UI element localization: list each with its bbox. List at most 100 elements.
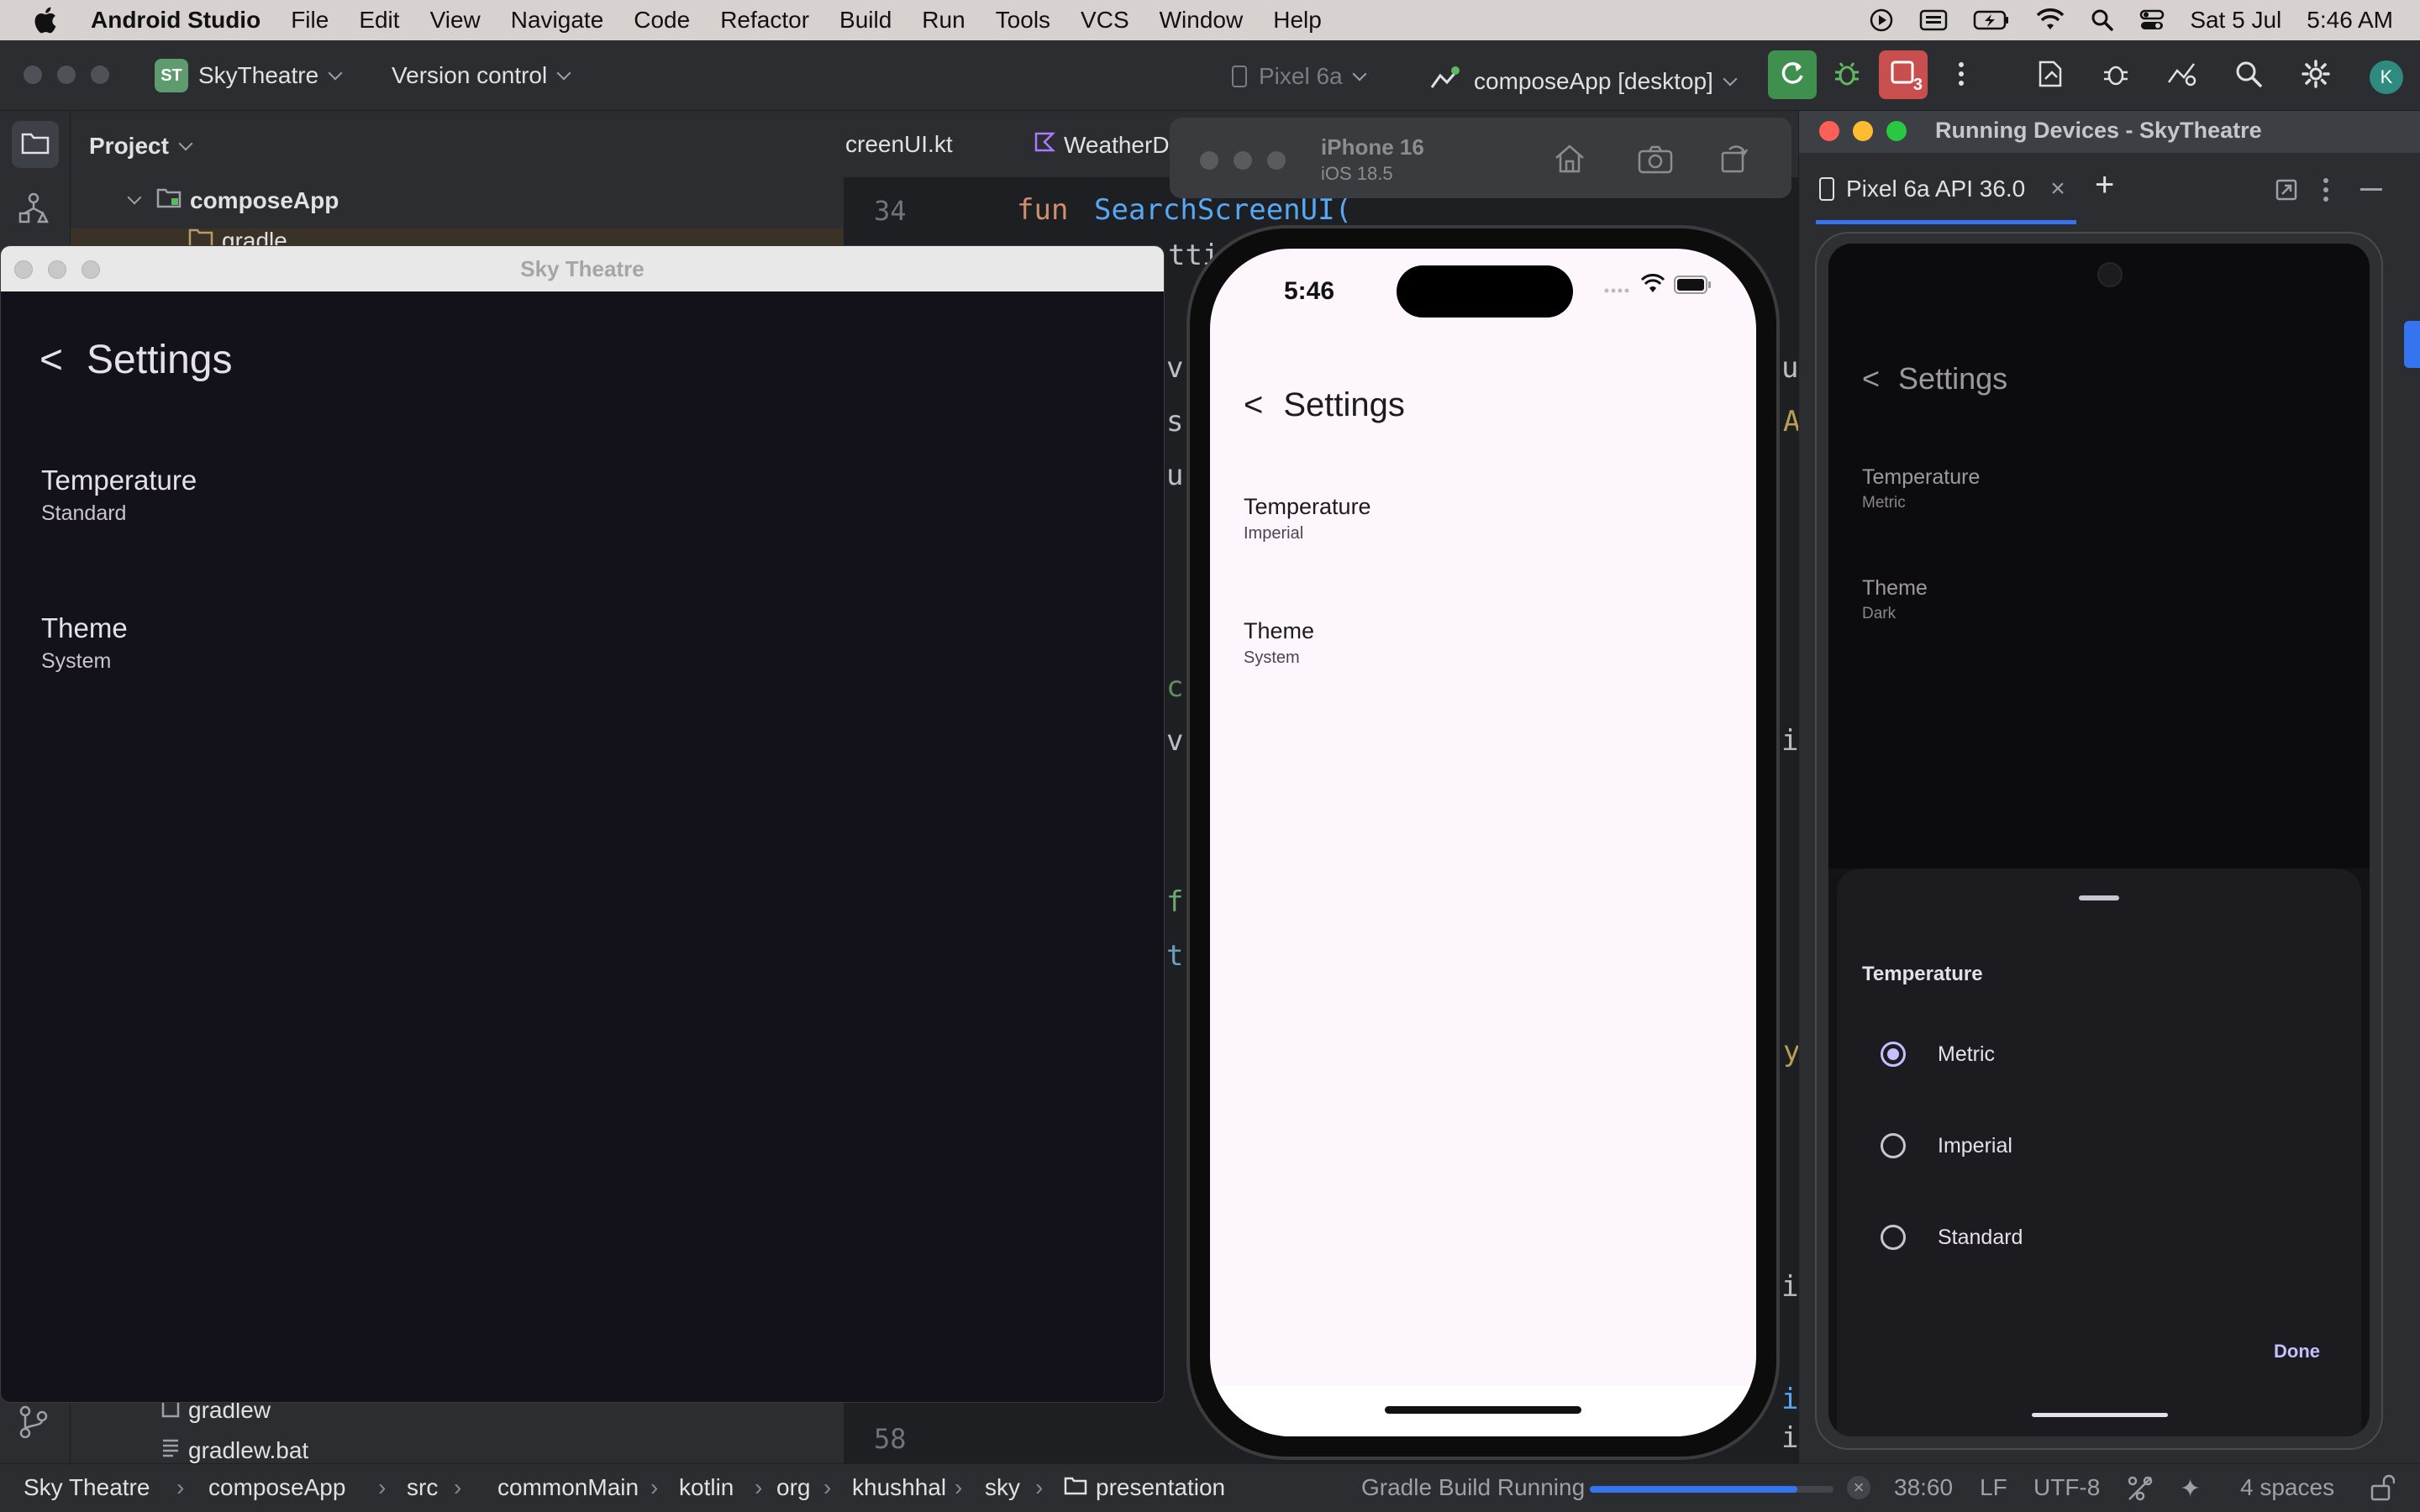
- breadcrumb-item[interactable]: Sky Theatre: [24, 1474, 150, 1501]
- app-quality-insights-button[interactable]: [2163, 57, 2200, 94]
- menu-help[interactable]: Help: [1273, 7, 1322, 34]
- done-button[interactable]: Done: [2274, 1341, 2320, 1362]
- ai-assistant-icon[interactable]: ✦: [2180, 1474, 2201, 1504]
- back-button[interactable]: <: [1244, 386, 1263, 424]
- task-progress-bar[interactable]: [1590, 1486, 1833, 1493]
- search-everywhere-button[interactable]: [2230, 57, 2267, 94]
- device-options-button[interactable]: [2322, 176, 2330, 207]
- apply-changes-button[interactable]: [1768, 50, 1817, 99]
- sheet-scrim[interactable]: [1828, 244, 2370, 869]
- attach-debugger-button[interactable]: [2097, 57, 2134, 94]
- unlock-icon[interactable]: [2370, 1474, 2396, 1505]
- home-indicator[interactable]: [1385, 1406, 1581, 1414]
- window-minimize-button[interactable]: [1853, 121, 1873, 141]
- iphone-screen[interactable]: 5:46 < Settings Temperature Imperial The…: [1210, 249, 1756, 1436]
- breadcrumb-item[interactable]: composeApp: [208, 1474, 345, 1501]
- project-selector[interactable]: SkyTheatre: [198, 62, 343, 89]
- cursor-position[interactable]: 38:60: [1894, 1474, 1953, 1501]
- keyboard-input-icon[interactable]: [1919, 8, 1948, 32]
- menu-vcs[interactable]: VCS: [1081, 7, 1129, 34]
- menu-edit[interactable]: Edit: [359, 7, 399, 34]
- breadcrumb-item[interactable]: kotlin: [679, 1474, 734, 1501]
- project-tool-button[interactable]: [12, 121, 59, 168]
- radio-imperial[interactable]: [1881, 1133, 1906, 1158]
- desktop-window-titlebar[interactable]: Sky Theatre: [1, 246, 1164, 291]
- close-icon[interactable]: ×: [2050, 175, 2065, 203]
- scroll-indicator[interactable]: [2404, 321, 2420, 368]
- window-close-button[interactable]: [24, 66, 42, 84]
- run-configuration-selector[interactable]: composeApp [desktop]: [1428, 62, 1738, 95]
- pixel-screen[interactable]: < Settings Temperature Metric Theme Dark…: [1828, 244, 2370, 1436]
- no-network-icon[interactable]: [2126, 1474, 2154, 1507]
- option-metric[interactable]: Metric: [1862, 1025, 2333, 1084]
- menu-refactor[interactable]: Refactor: [720, 7, 809, 34]
- window-zoom-button[interactable]: [1886, 121, 1907, 141]
- sheet-drag-handle[interactable]: [2079, 895, 2119, 900]
- home-button[interactable]: [1553, 143, 1586, 179]
- pref-theme-title[interactable]: Theme: [41, 612, 128, 644]
- breadcrumb-item[interactable]: org: [776, 1474, 810, 1501]
- more-actions-button[interactable]: [1943, 57, 1980, 94]
- background-task-label[interactable]: Gradle Build Running: [1361, 1474, 1585, 1501]
- file-encoding[interactable]: UTF-8: [2033, 1474, 2100, 1501]
- back-button[interactable]: <: [39, 337, 63, 383]
- battery-icon[interactable]: [1973, 9, 2010, 31]
- pref-temperature-title[interactable]: Temperature: [41, 465, 197, 496]
- radio-metric[interactable]: [1881, 1042, 1906, 1067]
- menu-build[interactable]: Build: [839, 7, 892, 34]
- screen-recording-icon[interactable]: [1869, 8, 1894, 33]
- editor-tab-search-screen[interactable]: creenUI.kt: [845, 131, 953, 158]
- menu-file[interactable]: File: [291, 7, 329, 34]
- menu-bar-date[interactable]: Sat 5 Jul: [2190, 7, 2281, 34]
- stop-button[interactable]: 3: [1879, 50, 1928, 99]
- indent-setting[interactable]: 4 spaces: [2240, 1474, 2334, 1501]
- gesture-navigation-bar[interactable]: [2032, 1413, 2168, 1417]
- window-zoom-button[interactable]: [1267, 151, 1286, 170]
- screenshot-button[interactable]: [1637, 144, 1674, 179]
- menu-window[interactable]: Window: [1160, 7, 1244, 34]
- breadcrumb-item[interactable]: sky: [985, 1474, 1020, 1501]
- breadcrumb-item[interactable]: commonMain: [497, 1474, 639, 1501]
- wifi-icon[interactable]: [2035, 8, 2065, 32]
- detach-tool-window-button[interactable]: [2275, 178, 2298, 206]
- pref-theme-title[interactable]: Theme: [1244, 618, 1314, 644]
- structure-tool-button[interactable]: [17, 192, 50, 229]
- git-tool-button[interactable]: [17, 1404, 50, 1442]
- settings-button[interactable]: [2297, 57, 2334, 94]
- tree-node-gradlew-bat[interactable]: gradlew.bat: [161, 1436, 308, 1464]
- line-separator[interactable]: LF: [1980, 1474, 2007, 1501]
- window-zoom-button[interactable]: [91, 66, 109, 84]
- version-control-menu[interactable]: Version control: [392, 62, 571, 89]
- window-close-button[interactable]: [1200, 151, 1218, 170]
- device-tab-pixel[interactable]: Pixel 6a API 36.0 ×: [1819, 175, 2065, 203]
- menu-bar-time[interactable]: 5:46 AM: [2307, 7, 2393, 34]
- radio-standard[interactable]: [1881, 1225, 1906, 1250]
- menu-view[interactable]: View: [430, 7, 481, 34]
- tree-node-composeapp[interactable]: composeApp: [127, 186, 339, 214]
- project-badge[interactable]: ST: [155, 59, 188, 92]
- option-imperial[interactable]: Imperial: [1862, 1116, 2333, 1175]
- cancel-task-icon[interactable]: ×: [1847, 1476, 1870, 1499]
- profile-button[interactable]: [2032, 57, 2069, 94]
- editor-tab-weather[interactable]: WeatherD: [1034, 131, 1170, 159]
- project-pane-header[interactable]: Project: [89, 133, 193, 160]
- apple-icon[interactable]: [32, 6, 66, 34]
- breadcrumb-item[interactable]: src: [407, 1474, 438, 1501]
- device-selector[interactable]: Pixel 6a: [1232, 62, 1367, 90]
- pref-temperature-title[interactable]: Temperature: [1244, 494, 1371, 520]
- control-center-icon[interactable]: [2139, 8, 2165, 32]
- spotlight-search-icon[interactable]: [2091, 8, 2114, 32]
- menu-app-name[interactable]: Android Studio: [91, 7, 260, 34]
- window-minimize-button[interactable]: [57, 66, 76, 84]
- breadcrumb-item-presentation[interactable]: presentation: [1064, 1474, 1225, 1501]
- add-device-tab-button[interactable]: +: [2095, 166, 2114, 204]
- window-minimize-button[interactable]: [1234, 151, 1252, 170]
- option-standard[interactable]: Standard: [1862, 1208, 2333, 1267]
- menu-run[interactable]: Run: [922, 7, 965, 34]
- breadcrumb-item[interactable]: khushhal: [852, 1474, 946, 1501]
- menu-tools[interactable]: Tools: [996, 7, 1050, 34]
- window-close-button[interactable]: [1819, 121, 1839, 141]
- menu-navigate[interactable]: Navigate: [511, 7, 604, 34]
- minimize-tool-window-button[interactable]: [2360, 188, 2382, 191]
- menu-code[interactable]: Code: [634, 7, 690, 34]
